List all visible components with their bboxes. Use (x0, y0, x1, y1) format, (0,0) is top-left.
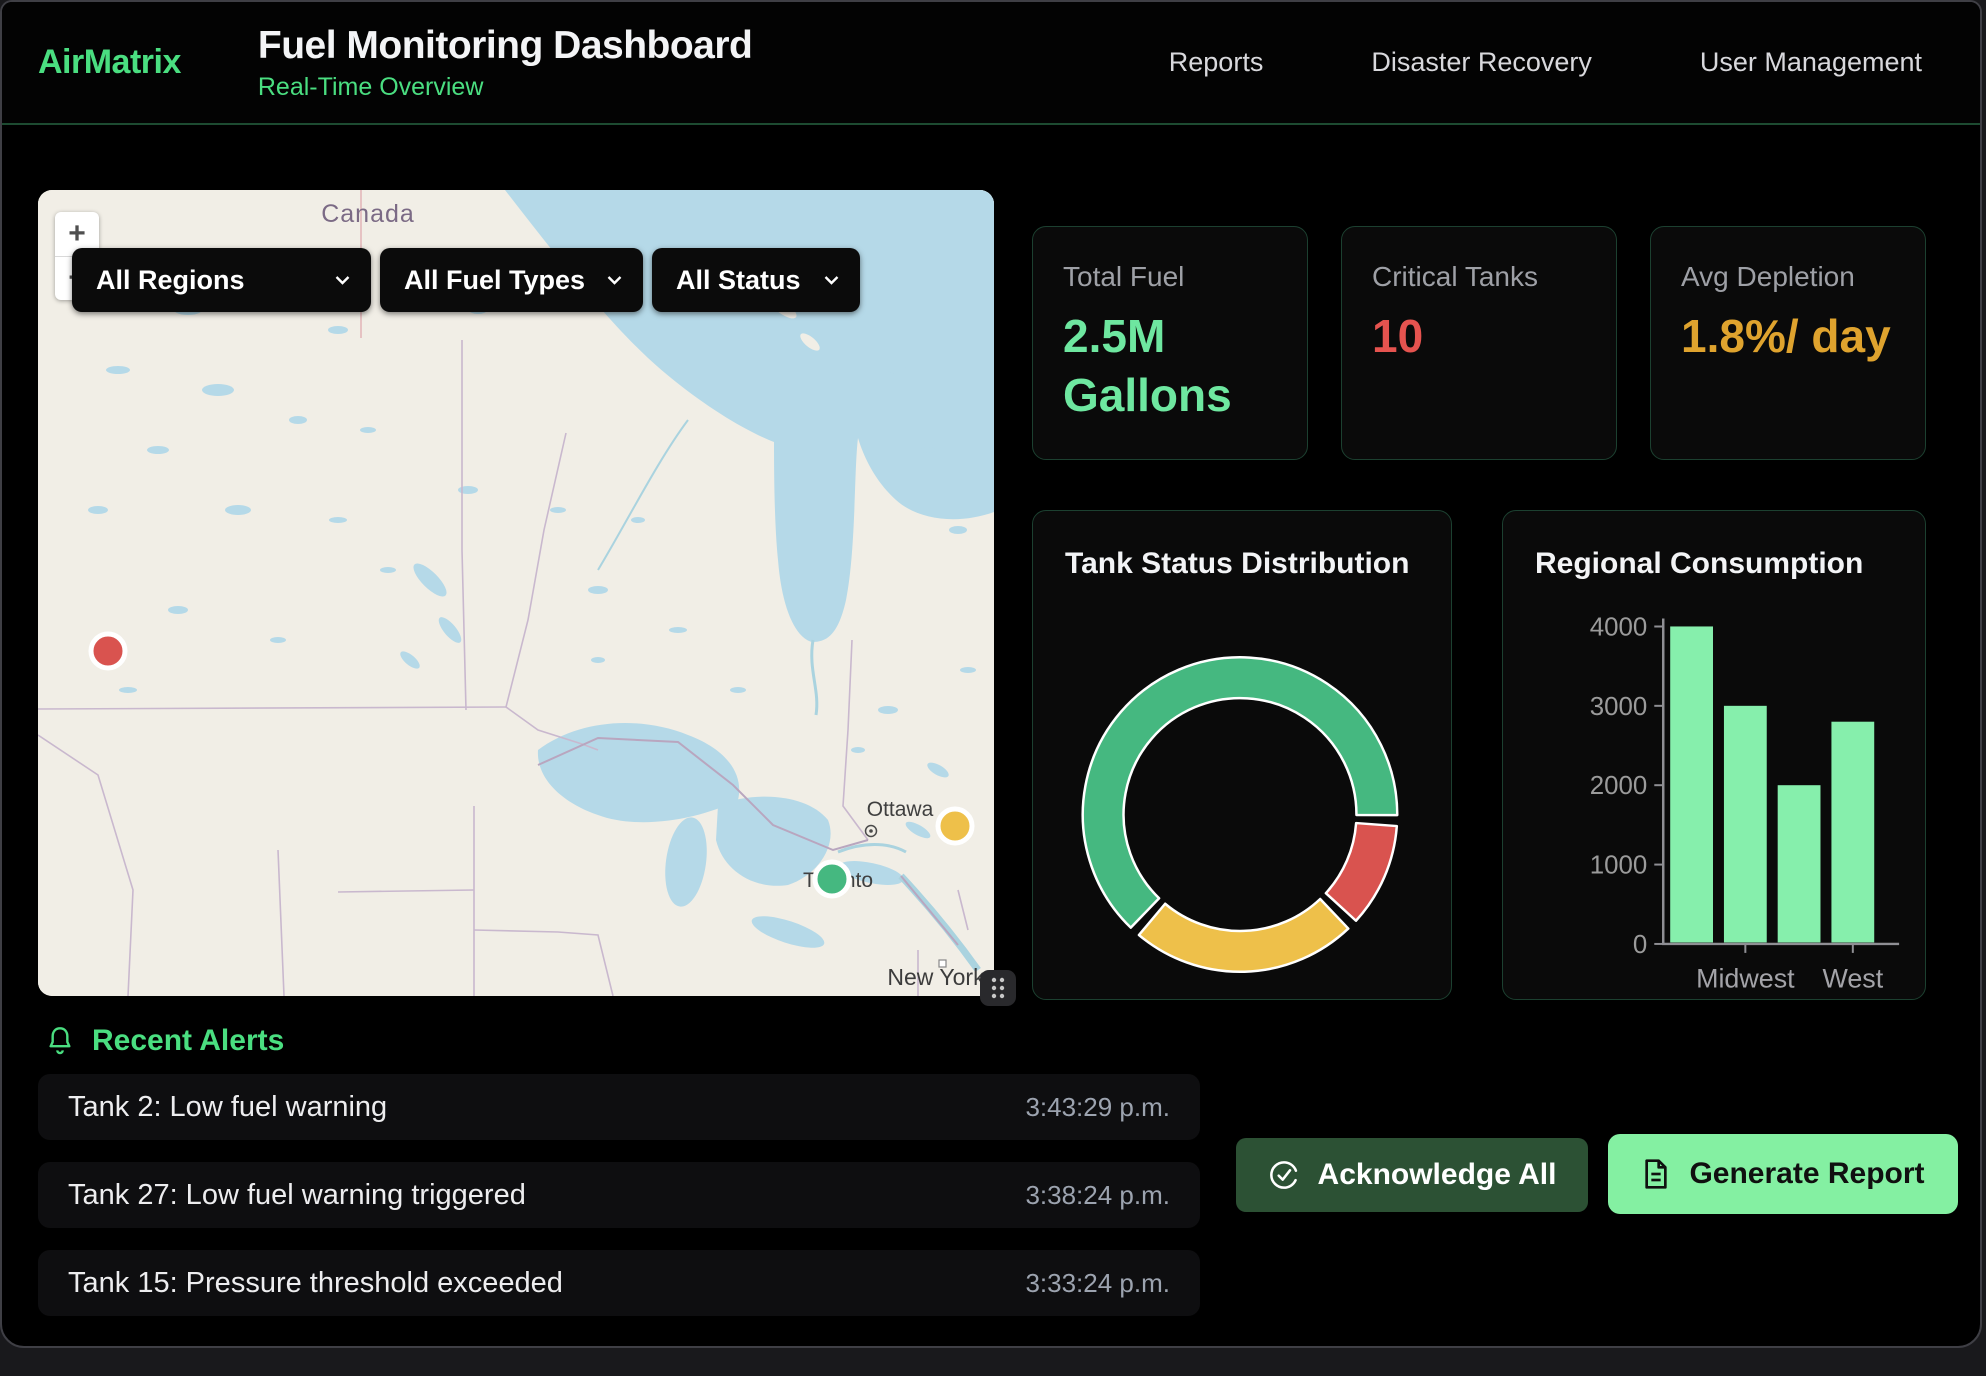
main-nav: Reports Disaster Recovery User Managemen… (1169, 47, 1922, 78)
svg-text:1000: 1000 (1590, 852, 1648, 880)
svg-text:West: West (1822, 964, 1883, 994)
report-document-icon (1641, 1158, 1671, 1190)
stat-label: Critical Tanks (1372, 261, 1586, 293)
page-title: Fuel Monitoring Dashboard (258, 24, 752, 68)
regional-consumption-title: Regional Consumption (1535, 547, 1863, 581)
nav-reports[interactable]: Reports (1169, 47, 1264, 78)
filter-all-status[interactable]: All Status (652, 248, 860, 312)
map-resize-handle[interactable] (980, 970, 1016, 1006)
stat-value-total-fuel: 2.5M Gallons (1063, 307, 1277, 425)
filter-all-fuel-types[interactable]: All Fuel Types (380, 248, 643, 312)
generate-report-button[interactable]: Generate Report (1608, 1134, 1958, 1214)
alert-row[interactable]: Tank 2: Low fuel warning 3:43:29 p.m. (38, 1074, 1200, 1140)
svg-text:3000: 3000 (1590, 693, 1648, 721)
stat-value-critical-tanks: 10 (1372, 307, 1586, 366)
svg-text:0: 0 (1633, 931, 1647, 959)
stat-card-avg-depletion: Avg Depletion 1.8%/ day (1650, 226, 1926, 460)
alerts-header: Recent Alerts (44, 1024, 284, 1058)
stats-row: Total Fuel 2.5M Gallons Critical Tanks 1… (1032, 226, 1926, 460)
page-subtitle: Real-Time Overview (258, 73, 752, 102)
stat-card-total-fuel: Total Fuel 2.5M Gallons (1032, 226, 1308, 460)
chevron-down-icon (823, 273, 840, 287)
generate-report-label: Generate Report (1689, 1157, 1924, 1191)
map-label-newyork: New York (887, 964, 985, 990)
filter-all-fuel-types-label: All Fuel Types (404, 265, 585, 296)
filter-all-regions[interactable]: All Regions (72, 248, 371, 312)
tank-status-title: Tank Status Distribution (1065, 547, 1409, 581)
regional-consumption-bar-chart: 0 1000 2000 3000 4000 Midwest West (1503, 511, 1925, 999)
chevron-down-icon (334, 273, 351, 287)
svg-text:4000: 4000 (1590, 613, 1648, 641)
alert-message: Tank 15: Pressure threshold exceeded (68, 1267, 563, 1300)
alert-message: Tank 27: Low fuel warning triggered (68, 1179, 526, 1212)
filter-all-status-label: All Status (676, 265, 801, 296)
svg-text:2000: 2000 (1590, 772, 1648, 800)
filter-all-regions-label: All Regions (96, 265, 245, 296)
acknowledge-all-button[interactable]: Acknowledge All (1236, 1138, 1588, 1212)
alert-time: 3:43:29 p.m. (1025, 1092, 1170, 1123)
nav-disaster-recovery[interactable]: Disaster Recovery (1371, 47, 1592, 78)
regional-consumption-card: Regional Consumption 0 1000 2000 3000 4000 Mi… (1502, 510, 1926, 1000)
ottawa-town-dot (869, 829, 873, 833)
stat-label: Total Fuel (1063, 261, 1277, 293)
alert-message: Tank 2: Low fuel warning (68, 1091, 387, 1124)
alerts-title: Recent Alerts (92, 1024, 284, 1058)
tank-marker-critical[interactable] (91, 634, 125, 668)
alert-time: 3:33:24 p.m. (1025, 1268, 1170, 1299)
map-filter-bar: All Regions All Fuel Types All Status (72, 248, 860, 312)
chevron-down-icon (606, 273, 623, 287)
alert-time: 3:38:24 p.m. (1025, 1180, 1170, 1211)
tank-marker-warning[interactable] (938, 809, 972, 843)
stat-label: Avg Depletion (1681, 261, 1895, 293)
alert-row[interactable]: Tank 27: Low fuel warning triggered 3:38… (38, 1162, 1200, 1228)
app-window: AirMatrix Fuel Monitoring Dashboard Real… (0, 0, 1982, 1348)
title-block: Fuel Monitoring Dashboard Real-Time Over… (258, 24, 752, 102)
stat-value-avg-depletion: 1.8%/ day (1681, 307, 1895, 366)
app-logo: AirMatrix (38, 43, 181, 82)
tank-marker-normal[interactable] (815, 862, 849, 896)
tank-status-donut-chart (1033, 511, 1451, 999)
acknowledge-all-label: Acknowledge All (1318, 1158, 1557, 1192)
nav-user-management[interactable]: User Management (1700, 47, 1922, 78)
drag-dots-icon (988, 976, 1008, 1000)
bell-icon (44, 1024, 76, 1058)
tank-status-card: Tank Status Distribution (1032, 510, 1452, 1000)
header: AirMatrix Fuel Monitoring Dashboard Real… (2, 2, 1980, 125)
alert-row[interactable]: Tank 15: Pressure threshold exceeded 3:3… (38, 1250, 1200, 1316)
check-circle-icon (1268, 1159, 1300, 1191)
map-label-country: Canada (321, 200, 415, 228)
stat-card-critical-tanks: Critical Tanks 10 (1341, 226, 1617, 460)
svg-text:Midwest: Midwest (1696, 964, 1795, 994)
map-panel[interactable]: Canada Ottawa Toronto New York + − All R… (38, 190, 994, 996)
map-label-ottawa: Ottawa (867, 798, 934, 821)
